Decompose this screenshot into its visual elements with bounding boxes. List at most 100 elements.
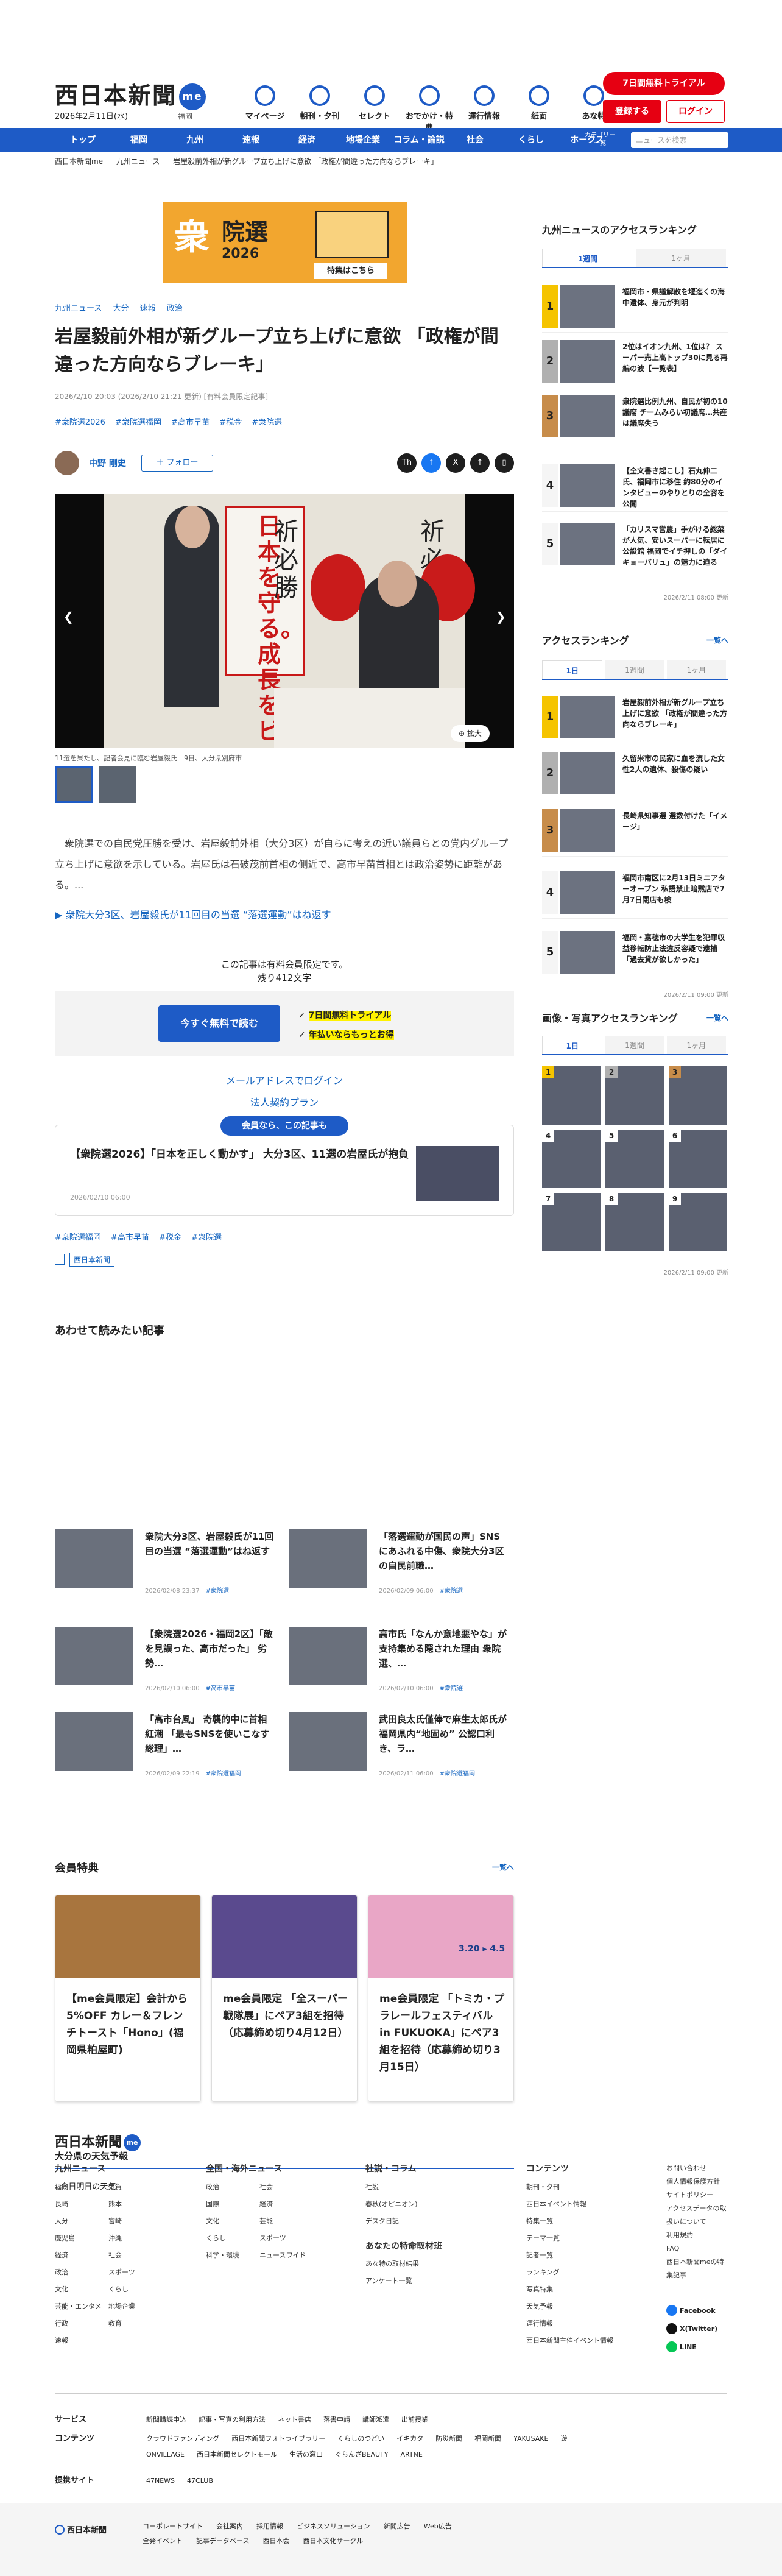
- facebook-icon[interactable]: f: [421, 453, 441, 473]
- traffic-link[interactable]: 運行情報: [457, 85, 512, 133]
- footer-link[interactable]: 経済: [259, 2196, 313, 2213]
- footer-link[interactable]: お問い合わせ: [666, 2162, 727, 2175]
- register-button[interactable]: 登録する: [603, 100, 661, 123]
- footer-logo[interactable]: 西日本新聞 me: [55, 2131, 141, 2151]
- footer-link[interactable]: ネット書店: [278, 2416, 311, 2424]
- access-more-link[interactable]: 一覧へ: [706, 635, 728, 645]
- photo-thumbnail[interactable]: [55, 766, 93, 803]
- breadcrumb-item[interactable]: 西日本新聞me: [55, 157, 103, 166]
- footer-link[interactable]: 新聞広告: [384, 2522, 410, 2530]
- outing-link[interactable]: おでかけ・特典: [402, 85, 457, 133]
- footer-link[interactable]: 西日本会: [262, 2537, 289, 2545]
- read-free-button[interactable]: 今すぐ無料で読む: [158, 1005, 280, 1042]
- footer-link[interactable]: ビジネスソリューション: [297, 2522, 370, 2530]
- footer-link[interactable]: 大分: [55, 2213, 108, 2230]
- recommend-item[interactable]: 衆院大分3区、岩屋毅氏が11回目の当選 “落選運動”はね返す 2026/02/08…: [55, 1529, 274, 1596]
- zoom-button[interactable]: ⊕ 拡大: [451, 725, 490, 742]
- tab-1month[interactable]: 1ヶ月: [666, 660, 726, 679]
- footer-link[interactable]: 天気予報: [526, 2298, 613, 2315]
- threads-icon[interactable]: Th: [397, 453, 417, 473]
- nav-item[interactable]: トップ: [55, 128, 111, 152]
- footer-link[interactable]: 講師派遣: [362, 2416, 389, 2424]
- footer-link[interactable]: 特集一覧: [526, 2213, 613, 2230]
- x-link[interactable]: X(Twitter): [666, 2320, 717, 2338]
- hashtag[interactable]: #高市早苗: [111, 1233, 149, 1242]
- select-link[interactable]: セレクト: [347, 85, 402, 133]
- footer-link[interactable]: 福岡: [55, 2179, 108, 2196]
- recommend-item[interactable]: 高市氏「なんか意地悪やな」が支持集める隠された理由 衆院選、… 2026/02/1…: [289, 1627, 508, 1694]
- footer-link[interactable]: コーポレートサイト: [143, 2522, 203, 2530]
- footer-link[interactable]: 長崎: [55, 2196, 108, 2213]
- footer-link[interactable]: 西日本イベント情報: [526, 2196, 613, 2213]
- chevron-left-icon[interactable]: ❮: [63, 609, 74, 624]
- chevron-right-icon[interactable]: ❯: [496, 609, 506, 624]
- footer-link[interactable]: 写真特集: [526, 2281, 613, 2298]
- tab-1month[interactable]: 1ヶ月: [666, 1036, 726, 1054]
- photo-rank-item[interactable]: 6: [669, 1130, 727, 1188]
- ranking-item[interactable]: 5 「カリスマ営農」手がける総菜が人気、安いスーパーに転居に公設館 福岡でイチ押し…: [542, 523, 728, 570]
- category-tag[interactable]: 大分: [113, 304, 129, 313]
- recommend-item[interactable]: 「高市台風」 奇襲的中に首相紅潮 「最もSNSを使いこなす総理」… 2026/02…: [55, 1712, 274, 1779]
- nav-item[interactable]: コラム・論説: [391, 128, 447, 152]
- hashtag[interactable]: #衆院選2026: [55, 418, 105, 427]
- footer-link[interactable]: 記者一覧: [526, 2247, 613, 2264]
- footer-link[interactable]: FAQ: [666, 2242, 727, 2256]
- category-tag[interactable]: 速報: [140, 304, 156, 313]
- footer-link[interactable]: 朝刊・夕刊: [526, 2179, 613, 2196]
- site-logo[interactable]: 西日本新聞 me: [55, 77, 206, 110]
- photo-rank-item[interactable]: 5: [605, 1130, 664, 1188]
- footer-link[interactable]: 西日本文化サークル: [303, 2537, 363, 2545]
- photo-rank-item[interactable]: 8: [605, 1193, 664, 1251]
- author-avatar[interactable]: [55, 451, 79, 475]
- footer-link[interactable]: 福岡新聞: [474, 2435, 501, 2443]
- login-button[interactable]: ログイン: [666, 100, 725, 123]
- footer-link[interactable]: スポーツ: [259, 2230, 313, 2247]
- source-badge[interactable]: 西日本新聞: [69, 1253, 115, 1267]
- footer-link[interactable]: 運行情報: [526, 2315, 613, 2332]
- footer-link[interactable]: 芸能・エンタメ: [55, 2298, 108, 2315]
- footer-link[interactable]: 科学・環境: [206, 2247, 259, 2264]
- category-tag[interactable]: 九州ニュース: [55, 304, 102, 313]
- footer-link[interactable]: ARTNE: [401, 2450, 423, 2458]
- hashtag[interactable]: #税金: [219, 418, 242, 427]
- email-login-link[interactable]: メールアドレスでログイン: [55, 1072, 514, 1087]
- tab-1month[interactable]: 1ヶ月: [636, 249, 726, 267]
- tab-1week[interactable]: 1週間: [605, 1036, 664, 1054]
- footer-link[interactable]: 経済: [55, 2247, 108, 2264]
- banner-cta[interactable]: 特集はこちら: [314, 263, 387, 279]
- x-icon[interactable]: X: [446, 453, 465, 473]
- paper-view-link[interactable]: 紙面: [512, 85, 566, 133]
- perk-card[interactable]: 3.20 ▸ 4.5 me会員限定 「トミカ・プラレールフェスティバル in FU…: [368, 1895, 514, 2102]
- member-article-card[interactable]: 【衆院選2026】「日本を正しく動かす」 大分3区、11選の岩屋氏が抱負 202…: [55, 1125, 514, 1216]
- footer-link[interactable]: 芸能: [259, 2213, 313, 2230]
- photo-rank-item[interactable]: 3: [669, 1066, 727, 1125]
- footer-link[interactable]: あな特の取材結果: [365, 2256, 442, 2273]
- nav-item[interactable]: 速報: [223, 128, 279, 152]
- footer-link[interactable]: くらし: [108, 2281, 162, 2298]
- related-article-link[interactable]: ▶ 衆院大分3区、岩屋毅氏が11回目の当選 “落選運動”はね返す: [55, 907, 331, 921]
- photo-more-link[interactable]: 一覧へ: [706, 1013, 728, 1023]
- footer-link[interactable]: ぐらんざBEAUTY: [335, 2450, 389, 2458]
- footer-link[interactable]: 鹿児島: [55, 2230, 108, 2247]
- footer-link[interactable]: 記事・写真の利用方法: [199, 2416, 266, 2424]
- footer-link[interactable]: 生活の窓口: [289, 2450, 323, 2458]
- footer-link[interactable]: 文化: [55, 2281, 108, 2298]
- ranking-item[interactable]: 2 久留米市の民家に血を流した女性2人の遺体、殺傷の疑い: [542, 752, 728, 799]
- footer-link[interactable]: 落書申請: [323, 2416, 350, 2424]
- nav-item[interactable]: 地場企業: [335, 128, 391, 152]
- election-banner[interactable]: 衆 院選 2026 特集はこちら: [163, 202, 407, 283]
- footer-link[interactable]: 教育: [108, 2315, 162, 2332]
- footer-link[interactable]: デスク日記: [365, 2213, 442, 2230]
- tab-1week[interactable]: 1週間: [605, 660, 664, 679]
- footer-link[interactable]: 会社案内: [216, 2522, 243, 2530]
- category-tag[interactable]: 政治: [167, 304, 183, 313]
- footer-link[interactable]: 熊本: [108, 2196, 162, 2213]
- footer-link[interactable]: YAKUSAKE: [513, 2435, 548, 2443]
- footer-link[interactable]: 西日本新聞主催イベント情報: [526, 2332, 613, 2349]
- footer-link[interactable]: 西日本新聞meの特集記事: [666, 2256, 727, 2282]
- ranking-item[interactable]: 3 衆院選比例九州、自民が初の10議席 チームみらい初議席…共産は議席失う: [542, 395, 728, 442]
- footer-link[interactable]: 文化: [206, 2213, 259, 2230]
- hashtag[interactable]: #高市早苗: [171, 418, 210, 427]
- footer-link[interactable]: 出前授業: [401, 2416, 428, 2424]
- ranking-item[interactable]: 3 長崎県知事選 選数付けた「イメージ」: [542, 809, 728, 857]
